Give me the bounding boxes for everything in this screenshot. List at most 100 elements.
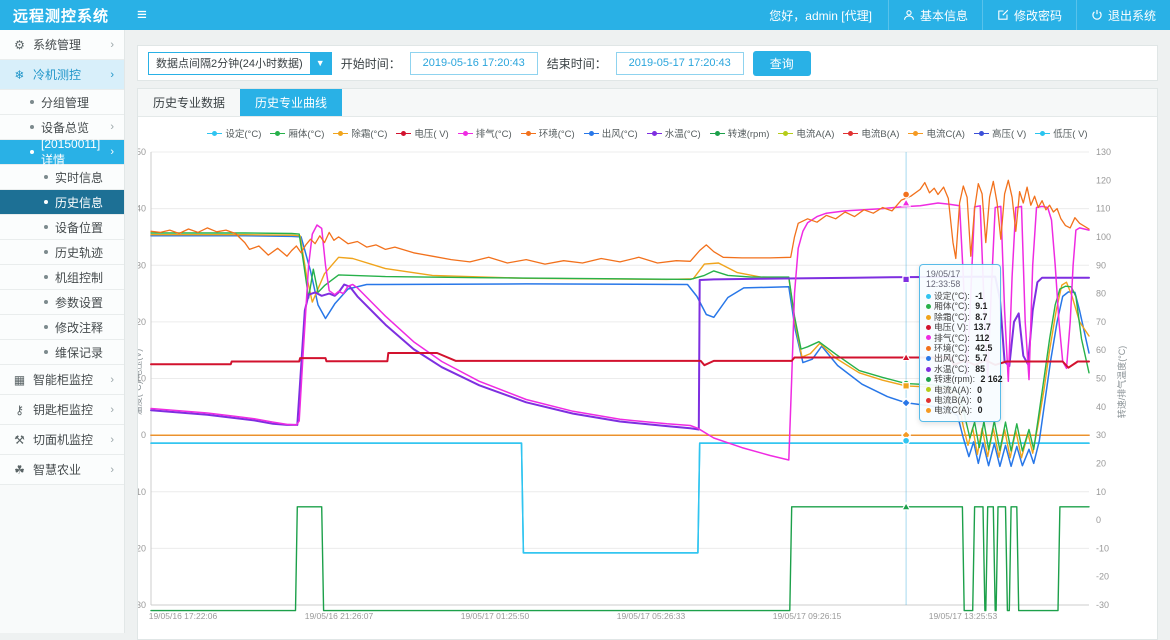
sidebar-item-group-management[interactable]: 分组管理: [0, 90, 124, 115]
query-button[interactable]: 查询: [753, 51, 811, 76]
sidebar-item-key-cabinet[interactable]: ⚷钥匙柜监控›: [0, 395, 124, 425]
snowflake-icon: ❄: [13, 68, 26, 82]
y-right-tick: 40: [1096, 402, 1106, 412]
chart-canvas[interactable]: 50403020100-10-20-3013012011010090807060…: [138, 142, 1159, 638]
topbar-menu-user-info[interactable]: 基本信息: [888, 0, 982, 30]
y-right-tick: 80: [1096, 289, 1106, 299]
y-right-tick: -30: [1096, 600, 1109, 610]
y-left-tick: 0: [141, 430, 146, 440]
legend-marker-icon: [270, 130, 285, 137]
y-right-tick: 10: [1096, 487, 1106, 497]
y-right-tick: -20: [1096, 572, 1109, 582]
interval-select[interactable]: 数据点间隔2分钟(24小时数据) ▼: [148, 52, 332, 75]
marker-water-temp: [903, 276, 909, 282]
legend-item-rpm[interactable]: 转速(rpm): [710, 126, 770, 140]
cabinet-icon: ▦: [13, 373, 26, 387]
sidebar-item-label: 实时信息: [55, 169, 103, 186]
tab-history-data[interactable]: 历史专业数据: [138, 89, 240, 116]
sidebar-item-cooler-monitoring[interactable]: ❄冷机测控›: [0, 60, 124, 90]
sidebar-item-smart-cabinet[interactable]: ▦智能柜监控›: [0, 365, 124, 395]
legend-item-water-temp[interactable]: 水温(°C): [647, 126, 701, 140]
legend-item-ambient[interactable]: 环境(°C): [521, 126, 575, 140]
y-left-tick: -20: [138, 543, 146, 553]
chevron-right-icon: ›: [110, 404, 114, 416]
chart-legend: 设定(°C) 厢体(°C) 除霜(°C) 电压( V) 排气(°C) 环境(°C) 出风(°…: [138, 124, 1157, 142]
end-time-input[interactable]: [616, 52, 744, 75]
topbar-menu-label: 基本信息: [920, 7, 968, 24]
sidebar-item-realtime-info[interactable]: 实时信息: [0, 165, 124, 190]
bullet-icon: [44, 175, 48, 179]
legend-item-exhaust[interactable]: 排气(°C): [458, 126, 512, 140]
x-tick-label: 19/05/17 01:25:50: [461, 611, 530, 621]
series-line-low-pressure: [151, 443, 1089, 553]
y-left-tick: 50: [138, 147, 146, 157]
sidebar-item-edit-note[interactable]: 修改注释: [0, 315, 124, 340]
legend-label: 高压( V): [992, 126, 1026, 140]
legend-item-high-pressure[interactable]: 高压( V): [974, 126, 1026, 140]
legend-item-low-pressure[interactable]: 低压( V): [1035, 126, 1087, 140]
sidebar-item-system-management[interactable]: ⚙系统管理›: [0, 30, 124, 60]
topbar-menu-change-password[interactable]: 修改密码: [982, 0, 1076, 30]
tooltip-series-value: 8.7: [975, 312, 987, 322]
tooltip-dot-icon: [926, 398, 931, 403]
tooltip-dot-icon: [926, 377, 931, 382]
sidebar-item-device-detail[interactable]: [20150011]详情›: [0, 140, 124, 165]
y-left-axis-name: 温度(°C)/电压(V): [138, 349, 143, 416]
sidebar-item-label: 历史轨迹: [55, 244, 103, 261]
tooltip-dot-icon: [926, 387, 931, 392]
legend-marker-icon: [647, 130, 662, 137]
tooltip-series-value: 112: [975, 333, 989, 343]
sidebar-item-maintenance-record[interactable]: 维保记录: [0, 340, 124, 365]
legend-item-current-c[interactable]: 电流C(A): [908, 126, 965, 140]
x-tick-label: 19/05/16 17:22:06: [149, 611, 218, 621]
bullet-icon: [44, 325, 48, 329]
chevron-right-icon: ›: [110, 374, 114, 386]
sidebar-item-smart-agriculture[interactable]: ☘ 智慧农业 ›: [0, 455, 124, 485]
sidebar-item-history-info[interactable]: 历史信息: [0, 190, 124, 215]
sidebar: ⚙系统管理›❄冷机测控›分组管理设备总览›[20150011]详情›实时信息历史…: [0, 30, 125, 633]
legend-item-box-temp[interactable]: 厢体(°C): [270, 126, 324, 140]
y-right-tick: 130: [1096, 147, 1111, 157]
sidebar-item-unit-control[interactable]: 机组控制: [0, 265, 124, 290]
y-left-tick: 30: [138, 260, 146, 270]
legend-item-voltage[interactable]: 电压( V): [396, 126, 448, 140]
y-left-tick: 20: [138, 317, 146, 327]
legend-item-current-b[interactable]: 电流B(A): [843, 126, 899, 140]
start-time-input[interactable]: [410, 52, 538, 75]
tooltip-row: 电压( V): 13.7: [926, 322, 994, 332]
leaf-icon: ☘: [13, 463, 26, 477]
tooltip-series-name: 厢体(°C):: [934, 301, 972, 311]
marker-defrost: [903, 383, 909, 389]
legend-item-defrost[interactable]: 除霜(°C): [333, 126, 387, 140]
chevron-right-icon: ›: [110, 464, 114, 476]
chart-tooltip: 19/05/17 12:33:58 设定(°C): -1厢体(°C): 9.1除…: [919, 264, 1001, 422]
y-right-tick: 100: [1096, 232, 1111, 242]
bullet-icon: [44, 275, 48, 279]
tooltip-series-name: 环境(°C):: [934, 343, 972, 353]
tooltip-series-value: 42.5: [975, 343, 992, 353]
sidebar-item-label: 智慧农业: [33, 461, 81, 478]
legend-item-outlet-air[interactable]: 出风(°C): [584, 126, 638, 140]
tooltip-series-value: -1: [975, 291, 983, 301]
y-right-tick: -10: [1096, 543, 1109, 553]
sidebar-item-history-track[interactable]: 历史轨迹: [0, 240, 124, 265]
legend-item-setpoint[interactable]: 设定(°C): [207, 126, 261, 140]
topbar-menu-logout[interactable]: 退出系统: [1076, 0, 1170, 30]
hamburger-icon[interactable]: ≡: [125, 5, 159, 25]
tab-history-curve[interactable]: 历史专业曲线: [240, 89, 342, 116]
sidebar-item-parameter-setting[interactable]: 参数设置: [0, 290, 124, 315]
bullet-icon: [44, 200, 48, 204]
tooltip-row: 电流A(A): 0: [926, 385, 994, 395]
x-tick-label: 19/05/17 05:26:33: [617, 611, 686, 621]
bullet-icon: [30, 100, 34, 104]
topbar-menu-label: 退出系统: [1108, 7, 1156, 24]
legend-item-current-a[interactable]: 电流A(A): [778, 126, 834, 140]
legend-label: 除霜(°C): [351, 126, 387, 140]
y-right-tick: 20: [1096, 458, 1106, 468]
sidebar-item-cutting-machine[interactable]: ⚒切面机监控›: [0, 425, 124, 455]
chevron-down-icon[interactable]: ▼: [310, 53, 331, 74]
tooltip-dot-icon: [926, 294, 931, 299]
sidebar-item-device-location[interactable]: 设备位置: [0, 215, 124, 240]
sidebar-item-label: 分组管理: [41, 94, 89, 111]
tooltip-dot-icon: [926, 367, 931, 372]
